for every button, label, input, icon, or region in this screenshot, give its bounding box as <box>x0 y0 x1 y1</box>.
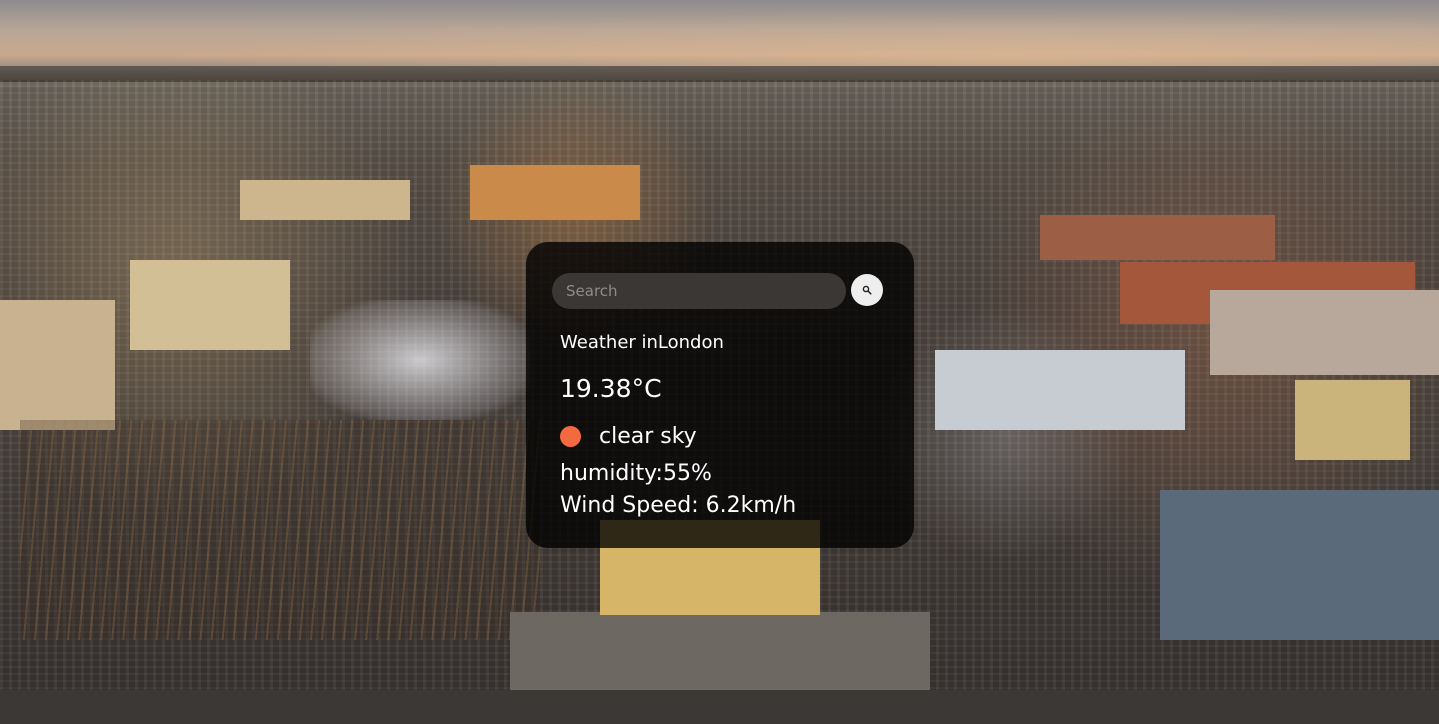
weather-card: Weather inLondon 19.38°C clear sky humid… <box>526 242 914 548</box>
snow-field <box>310 300 530 420</box>
weather-description: clear sky <box>599 424 697 449</box>
building <box>0 300 115 430</box>
search-button[interactable] <box>851 274 883 306</box>
weather-description-row: clear sky <box>560 424 697 449</box>
road <box>0 690 1439 724</box>
humidity-value: humidity:55% <box>560 461 712 486</box>
plaza <box>510 612 930 692</box>
building <box>1160 490 1439 640</box>
clear-sky-icon <box>560 426 581 447</box>
building <box>1295 380 1410 460</box>
trees <box>20 420 540 640</box>
weather-city-title: Weather inLondon <box>560 332 724 353</box>
search-icon <box>862 285 872 295</box>
building <box>935 350 1185 430</box>
search-input[interactable] <box>552 273 846 309</box>
temperature-value: 19.38°C <box>560 374 662 403</box>
building <box>470 165 640 220</box>
building <box>130 260 290 350</box>
building <box>240 180 410 220</box>
wind-speed-value: Wind Speed: 6.2km/h <box>560 493 797 518</box>
building <box>1210 290 1439 375</box>
building <box>1040 215 1275 260</box>
